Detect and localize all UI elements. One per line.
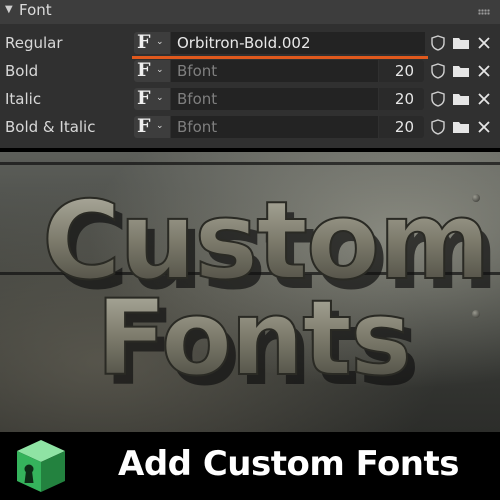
folder-icon[interactable] <box>451 89 471 109</box>
hero-line2: Fonts <box>96 277 410 399</box>
font-browse-button[interactable]: F ⌄ <box>134 87 170 110</box>
folder-icon[interactable] <box>451 117 471 137</box>
banner-title: Add Custom Fonts <box>118 444 460 484</box>
row-label: Bold <box>5 62 39 80</box>
font-row-bold: Bold F ⌄ Bfont 20 <box>0 59 500 85</box>
font-row-italic: Italic F ⌄ Bfont 20 <box>0 87 500 113</box>
font-row-regular: Regular F ⌄ Orbitron-Bold.002 <box>0 31 500 57</box>
font-glyph-icon: F <box>137 59 151 81</box>
panel-header[interactable]: ▼ Font <box>0 0 500 24</box>
font-row-bold-italic: Bold & Italic F ⌄ Bfont 20 <box>0 115 500 141</box>
panel-title: Font <box>19 1 52 19</box>
font-panel: ▼ Font Regular F ⌄ Orbitron-Bold.002 Bol… <box>0 0 500 148</box>
font-name-field[interactable]: Bfont <box>171 60 378 82</box>
font-browse-button[interactable]: F ⌄ <box>134 59 170 82</box>
chevron-down-icon: ⌄ <box>156 121 164 131</box>
folder-icon[interactable] <box>451 33 471 53</box>
keyhole-cube-icon <box>12 437 70 495</box>
font-name-field[interactable]: Bfont <box>171 116 378 138</box>
font-size-field[interactable]: 20 <box>379 60 424 82</box>
font-glyph-icon: F <box>137 87 151 109</box>
font-glyph-icon: F <box>137 31 151 53</box>
fake-user-shield-icon[interactable] <box>428 33 448 53</box>
folder-icon[interactable] <box>451 61 471 81</box>
font-glyph-icon: F <box>137 115 151 137</box>
row-label: Regular <box>5 34 63 52</box>
font-name-field[interactable]: Bfont <box>171 88 378 110</box>
chevron-down-icon: ⌄ <box>156 93 164 103</box>
unlink-x-icon[interactable] <box>474 61 494 81</box>
font-browse-button[interactable]: F ⌄ <box>134 115 170 138</box>
hero-image: Custom Fonts Custom Fonts <box>0 152 500 432</box>
font-browse-button[interactable]: F ⌄ <box>134 31 170 54</box>
banner: Add Custom Fonts <box>0 432 500 500</box>
fake-user-shield-icon[interactable] <box>428 89 448 109</box>
fake-user-shield-icon[interactable] <box>428 61 448 81</box>
unlink-x-icon[interactable] <box>474 89 494 109</box>
unlink-x-icon[interactable] <box>474 117 494 137</box>
disclosure-triangle-icon[interactable]: ▼ <box>5 4 13 15</box>
unlink-x-icon[interactable] <box>474 33 494 53</box>
chevron-down-icon: ⌄ <box>156 37 164 47</box>
font-size-field[interactable]: 20 <box>379 116 424 138</box>
font-name-field[interactable]: Orbitron-Bold.002 <box>171 32 425 54</box>
chevron-down-icon: ⌄ <box>156 65 164 75</box>
hero-3d-text: Custom Fonts Custom Fonts <box>41 178 499 409</box>
row-label: Bold & Italic <box>5 118 96 136</box>
font-size-field[interactable]: 20 <box>379 88 424 110</box>
row-label: Italic <box>5 90 42 108</box>
drag-grip-icon[interactable] <box>478 9 490 15</box>
fake-user-shield-icon[interactable] <box>428 117 448 137</box>
